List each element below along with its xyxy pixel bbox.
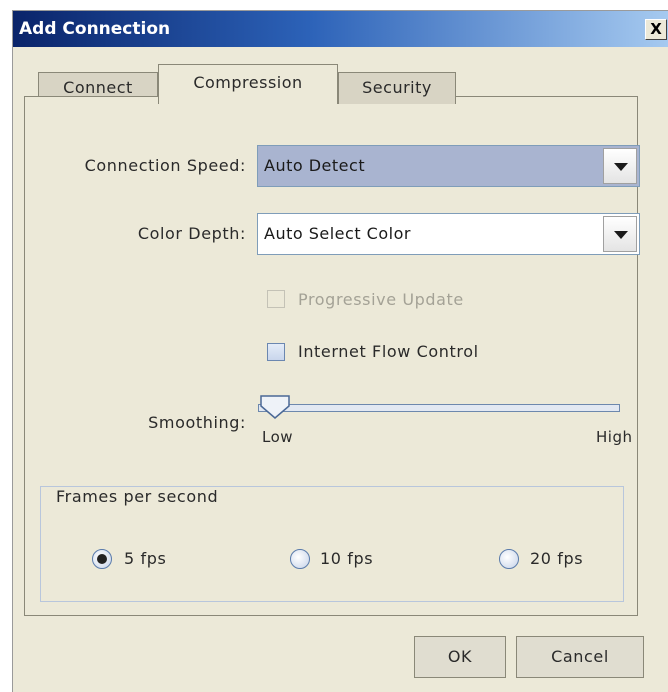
dialog-title: Add Connection	[19, 19, 171, 39]
connection-speed-select[interactable]: Auto Detect	[257, 145, 640, 187]
radio-20-fps[interactable]	[499, 549, 519, 569]
smoothing-slider-thumb[interactable]	[259, 394, 293, 420]
internet-flow-control-label[interactable]: Internet Flow Control	[298, 342, 479, 361]
tab-security-label: Security	[362, 78, 432, 97]
chevron-down-icon[interactable]	[603, 148, 637, 184]
radio-10-fps-label[interactable]: 10 fps	[320, 549, 373, 568]
close-icon: X	[650, 20, 662, 38]
radio-20-fps-label[interactable]: 20 fps	[530, 549, 583, 568]
radio-10-fps[interactable]	[290, 549, 310, 569]
tab-compression[interactable]: Compression	[158, 64, 338, 104]
ok-button[interactable]: OK	[414, 636, 506, 678]
cancel-button[interactable]: Cancel	[516, 636, 644, 678]
internet-flow-control-checkbox[interactable]	[267, 343, 285, 361]
smoothing-max-label: High	[596, 428, 633, 446]
color-depth-label: Color Depth:	[137, 224, 246, 243]
smoothing-slider-track[interactable]	[258, 404, 620, 412]
title-bar[interactable]: Add Connection X	[13, 11, 668, 47]
radio-5-fps-label[interactable]: 5 fps	[124, 549, 166, 568]
progressive-update-checkbox	[267, 290, 285, 308]
color-depth-select[interactable]: Auto Select Color	[257, 213, 640, 255]
connection-speed-value: Auto Detect	[264, 156, 366, 175]
chevron-down-icon[interactable]	[603, 216, 637, 252]
frames-per-second-title: Frames per second	[52, 487, 223, 506]
radio-5-fps[interactable]	[92, 549, 112, 569]
tab-security[interactable]: Security	[338, 72, 456, 104]
smoothing-min-label: Low	[262, 428, 294, 446]
color-depth-value: Auto Select Color	[264, 224, 411, 243]
tab-connect-label: Connect	[63, 78, 133, 97]
tab-compression-label: Compression	[193, 73, 303, 92]
smoothing-label: Smoothing:	[148, 413, 246, 432]
connection-speed-label: Connection Speed:	[84, 156, 246, 175]
progressive-update-label: Progressive Update	[298, 290, 464, 309]
close-button[interactable]: X	[645, 19, 667, 40]
